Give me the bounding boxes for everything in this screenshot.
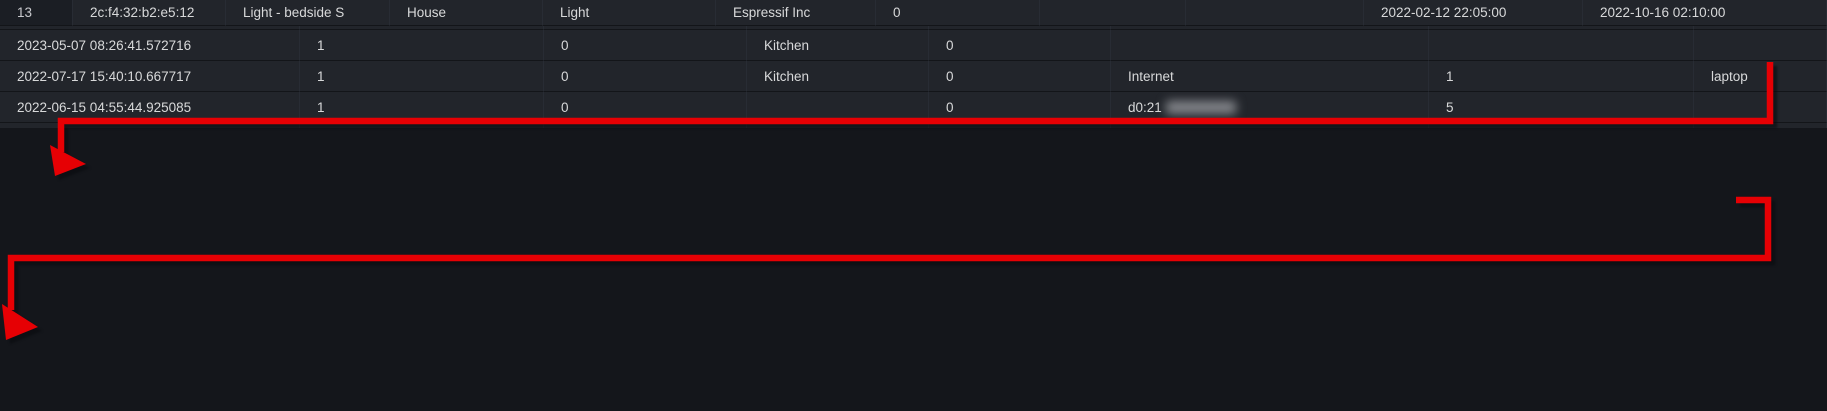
cell-value: Espressif Inc	[733, 5, 810, 20]
cell-value: 2022-06-15 04:55:44.925085	[17, 100, 191, 115]
cell-dev_network_node_port: 5	[1429, 92, 1694, 123]
cell-dev_icon: laptop	[1694, 61, 1827, 92]
cell-dev_lastnotification: 2023-05-07 08:26:41.572716	[0, 30, 300, 61]
red-arrow-1-head-icon	[50, 145, 86, 176]
cell-dev_network_node_port	[1429, 30, 1694, 61]
grafana-device-table-panels: #123dev_MAC↓↑123dev_Name↓↑123dev_Owner↓↑…	[0, 0, 1827, 411]
red-arrow-2	[2, 200, 1768, 340]
cell-dev_lastnotification: 2022-06-15 04:55:44.925085	[0, 92, 300, 123]
cell-dev_archived: 0	[929, 92, 1111, 123]
cell-dev_icon	[1694, 30, 1827, 61]
cell-value: 1	[317, 100, 325, 115]
cell-dev_devicetype: Light	[543, 0, 716, 26]
cut-off-row-sliver	[929, 123, 1111, 128]
cut-off-row-sliver	[1694, 123, 1827, 128]
cell-value: 13	[17, 5, 32, 20]
cell-dev_archived: 0	[929, 30, 1111, 61]
red-arrow-2-head-icon	[2, 304, 38, 340]
cell-value: 2022-07-17 15:40:10.667717	[17, 69, 191, 84]
cell-#: 13	[0, 0, 73, 26]
cell-dev_presentlastscan: 1	[300, 61, 544, 92]
cell-value: House	[407, 5, 446, 20]
cell-value: 1	[1446, 69, 1454, 84]
cut-off-row-sliver	[544, 123, 747, 128]
cell-dev_network_node_port: 1	[1429, 61, 1694, 92]
cell-dev_newdevice: 0	[544, 61, 747, 92]
cell-value: 0	[946, 100, 954, 115]
cell-dev_presentlastscan: 1	[300, 30, 544, 61]
cut-off-row-sliver	[300, 123, 544, 128]
device-table-segment-4-partial: 13 2c:f4:32:b2:e5:12 Light - bedside S Hous…	[0, 0, 1827, 26]
cell-dev_location	[747, 92, 929, 123]
cell-value: Light - bedside S	[243, 5, 344, 20]
cell-dev_owner: House	[390, 0, 543, 26]
cell-value: 1	[317, 69, 325, 84]
cell-dev_location: Kitchen	[747, 30, 929, 61]
cell-value: Light	[560, 5, 589, 20]
cell-value: 2022-02-12 22:05:00	[1381, 5, 1506, 20]
cell-dev_mac: 2c:f4:32:b2:e5:12	[73, 0, 226, 26]
cell-dev_newdevice: 0	[544, 92, 747, 123]
cell-value: 0	[561, 38, 569, 53]
cell-value: 2023-05-07 08:26:41.572716	[17, 38, 191, 53]
cut-off-row-sliver	[1429, 123, 1694, 128]
cell-value: d0:21	[1128, 100, 1162, 115]
cut-off-row-sliver	[747, 123, 929, 128]
cell-dev_comments	[1186, 0, 1364, 26]
cell-dev_vendor: Espressif Inc	[716, 0, 876, 26]
cell-value: Kitchen	[764, 38, 809, 53]
cell-dev_firstconnection: 2022-02-12 22:05:00	[1364, 0, 1583, 26]
cell-dev_newdevice: 0	[544, 30, 747, 61]
red-arrow-2-line	[11, 200, 1768, 310]
cell-dev_network_node_mac_addr: d0:21	[1111, 92, 1429, 123]
cell-dev_presentlastscan: 1	[300, 92, 544, 123]
cut-off-row-sliver	[1111, 123, 1429, 128]
cell-dev_name: Light - bedside S	[226, 0, 390, 26]
cell-value: 0	[561, 69, 569, 84]
cell-value: 2c:f4:32:b2:e5:12	[90, 5, 194, 20]
cell-dev_network_node_mac_addr	[1111, 30, 1429, 61]
cell-dev_favorite: 0	[876, 0, 1040, 26]
cut-off-row-sliver	[0, 123, 300, 128]
cell-value: 5	[1446, 100, 1454, 115]
cell-dev_network_node_mac_addr: Internet	[1111, 61, 1429, 92]
cell-dev_icon	[1694, 92, 1827, 123]
cell-value: 0	[561, 100, 569, 115]
cell-dev_lastconnection: 2022-10-16 02:10:00	[1583, 0, 1827, 26]
cell-value: 0	[946, 38, 954, 53]
cell-value: 0	[946, 69, 954, 84]
redacted-blur-block	[1166, 101, 1236, 114]
cell-value: 1	[317, 38, 325, 53]
cell-value: Internet	[1128, 69, 1174, 84]
cell-dev_location: Kitchen	[747, 61, 929, 92]
cell-dev_archived: 0	[929, 61, 1111, 92]
cell-value: 0	[893, 5, 901, 20]
cell-dev_group	[1040, 0, 1186, 26]
cell-value: laptop	[1711, 69, 1748, 84]
cell-dev_lastnotification: 2022-07-17 15:40:10.667717	[0, 61, 300, 92]
cell-value: Kitchen	[764, 69, 809, 84]
cell-value: 2022-10-16 02:10:00	[1600, 5, 1725, 20]
